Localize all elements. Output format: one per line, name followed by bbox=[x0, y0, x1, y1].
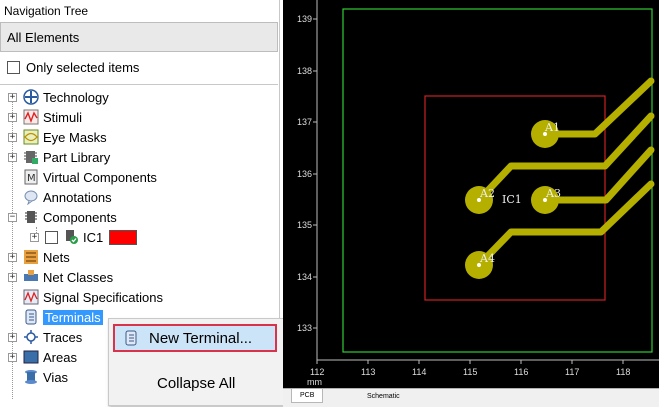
tree-item-technology[interactable]: + Technology bbox=[8, 87, 109, 107]
context-menu: New Terminal... Collapse All bbox=[108, 318, 284, 406]
y-tick-label: 138 bbox=[297, 66, 312, 76]
tab-schematic[interactable]: Schematic bbox=[361, 392, 406, 401]
stimuli-icon bbox=[23, 109, 39, 125]
only-selected-checkbox[interactable]: Only selected items bbox=[7, 60, 139, 75]
expand-icon[interactable]: + bbox=[8, 352, 17, 362]
tree-item-label: Nets bbox=[43, 249, 70, 265]
expand-icon[interactable]: + bbox=[8, 332, 17, 342]
component-label: IC1 bbox=[502, 193, 522, 206]
tree-item-label: Terminals bbox=[43, 309, 103, 325]
tree-item-label: Signal Specifications bbox=[43, 289, 163, 305]
x-tick-label: 118 bbox=[616, 367, 630, 377]
tree-item-signal-specifications[interactable]: Signal Specifications bbox=[8, 287, 163, 307]
expand-icon[interactable]: + bbox=[8, 112, 17, 122]
filter-dropdown[interactable]: All Elements bbox=[0, 22, 278, 52]
annotation-icon bbox=[23, 189, 39, 206]
x-tick-label: 115 bbox=[463, 367, 477, 377]
ic1-checkbox[interactable] bbox=[45, 230, 58, 244]
tree-item-areas[interactable]: + Areas bbox=[8, 347, 77, 367]
tree-item-label: IC1 bbox=[83, 229, 104, 245]
terminal-icon bbox=[23, 309, 39, 325]
panel-title: Navigation Tree bbox=[4, 4, 89, 18]
collapse-all-menu-item[interactable]: Collapse All bbox=[157, 375, 235, 392]
expand-icon[interactable]: + bbox=[8, 272, 17, 282]
pcb-canvas[interactable]: 139 138 137 136 135 134 133 112 113 114 … bbox=[283, 0, 659, 388]
collapse-icon[interactable]: − bbox=[8, 212, 17, 222]
x-tick-labels: 112 113 114 115 116 117 118 mm bbox=[307, 367, 630, 387]
unit-label: mm bbox=[307, 377, 322, 387]
areas-icon bbox=[23, 349, 39, 365]
y-tick-labels: 139 138 137 136 135 134 133 bbox=[297, 14, 312, 333]
traces[interactable] bbox=[475, 77, 655, 269]
tree-item-label: Technology bbox=[43, 89, 109, 105]
y-tick-label: 134 bbox=[297, 272, 312, 282]
vias-icon bbox=[23, 369, 39, 385]
tree-item-net-classes[interactable]: + Net Classes bbox=[8, 267, 113, 287]
expand-icon[interactable]: + bbox=[8, 152, 17, 162]
menu-item-label: New Terminal... bbox=[149, 329, 253, 347]
signal-spec-icon bbox=[23, 289, 39, 305]
tree-item-terminals[interactable]: Terminals bbox=[8, 307, 103, 327]
tab-pcb[interactable]: PCB bbox=[291, 389, 324, 403]
component-chip-icon bbox=[63, 229, 79, 245]
checkbox[interactable] bbox=[7, 61, 20, 74]
y-tick-label: 139 bbox=[297, 14, 312, 24]
view-tab-bar: PCB Schematic bbox=[283, 388, 659, 407]
tree-item-label: Annotations bbox=[43, 189, 112, 205]
traces-icon bbox=[23, 329, 39, 345]
tree-item-components[interactable]: − Components bbox=[8, 207, 117, 227]
y-tick-label: 136 bbox=[297, 169, 312, 179]
terminal-icon bbox=[123, 330, 139, 346]
tree-item-eye-masks[interactable]: + Eye Masks bbox=[8, 127, 107, 147]
y-tick-label: 135 bbox=[297, 220, 312, 230]
tree-item-label: Vias bbox=[43, 369, 69, 385]
tree-item-nets[interactable]: + Nets bbox=[8, 247, 70, 267]
tree-item-label: Virtual Components bbox=[43, 169, 157, 185]
expand-icon[interactable]: + bbox=[30, 232, 39, 242]
y-tick-label: 133 bbox=[297, 323, 312, 333]
pad-label: A2 bbox=[479, 187, 495, 200]
tree-item-label: Stimuli bbox=[43, 109, 83, 125]
tree-item-annotations[interactable]: Annotations bbox=[8, 187, 112, 207]
eye-mask-icon bbox=[23, 129, 39, 145]
technology-icon bbox=[23, 89, 39, 105]
x-tick-label: 116 bbox=[514, 367, 528, 377]
pad-label: A4 bbox=[479, 252, 495, 265]
ic1-color-swatch[interactable] bbox=[109, 229, 138, 245]
expand-icon[interactable]: + bbox=[8, 252, 17, 262]
tree-item-label: Areas bbox=[43, 349, 77, 365]
pad-label: A1 bbox=[544, 121, 560, 134]
trace-a2[interactable] bbox=[475, 112, 655, 204]
tree-item-virtual-components[interactable]: M Virtual Components bbox=[8, 167, 157, 187]
tree-item-ic1[interactable]: + IC1 bbox=[30, 227, 138, 247]
pad-label: A3 bbox=[545, 187, 561, 200]
tree-item-label: Eye Masks bbox=[43, 129, 107, 145]
new-terminal-menu-item[interactable]: New Terminal... bbox=[113, 324, 277, 352]
tree-item-label: Traces bbox=[43, 329, 83, 345]
net-classes-icon bbox=[23, 269, 39, 285]
expand-icon[interactable]: + bbox=[8, 92, 17, 102]
expand-icon[interactable]: + bbox=[8, 132, 17, 142]
tree-item-vias[interactable]: Vias bbox=[8, 367, 68, 387]
tree-item-label: Part Library bbox=[43, 149, 111, 165]
x-tick-label: 114 bbox=[412, 367, 426, 377]
tree-item-traces[interactable]: + Traces bbox=[8, 327, 82, 347]
tree-item-part-library[interactable]: + Part Library bbox=[8, 147, 110, 167]
tree-item-stimuli[interactable]: + Stimuli bbox=[8, 107, 82, 127]
only-selected-label: Only selected items bbox=[26, 60, 140, 75]
x-tick-label: 113 bbox=[361, 367, 375, 377]
tree-item-label: Net Classes bbox=[43, 269, 114, 285]
components-icon bbox=[23, 209, 39, 225]
y-tick-label: 137 bbox=[297, 117, 312, 127]
x-tick-label: 112 bbox=[310, 367, 324, 377]
svg-text:M: M bbox=[27, 173, 36, 184]
x-tick-label: 117 bbox=[565, 367, 579, 377]
part-library-icon bbox=[23, 149, 39, 165]
trace-a1[interactable] bbox=[541, 77, 655, 138]
tree-item-label: Components bbox=[43, 209, 117, 225]
nets-icon bbox=[23, 249, 39, 265]
virtual-components-icon: M bbox=[23, 169, 39, 185]
